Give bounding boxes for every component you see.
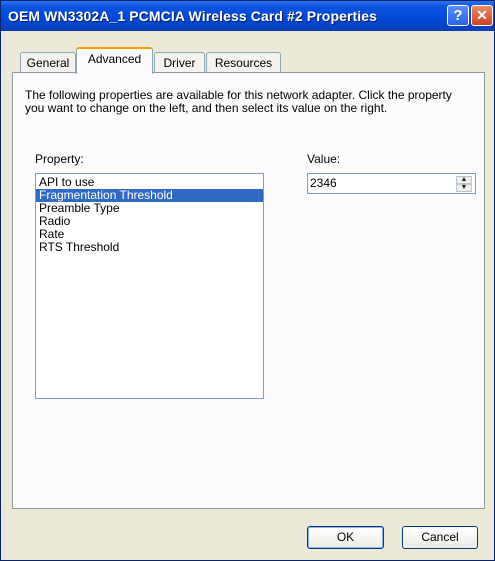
close-button[interactable]: ✕ bbox=[471, 5, 493, 26]
tab-resources-label: Resources bbox=[214, 56, 273, 70]
ok-button[interactable]: OK bbox=[307, 526, 384, 549]
description-text: The following properties are available f… bbox=[25, 88, 452, 115]
title-bar[interactable]: OEM WN3302A_1 PCMCIA Wireless Card #2 Pr… bbox=[1, 1, 494, 31]
tab-driver-label: Driver bbox=[163, 56, 196, 70]
cancel-button[interactable]: Cancel bbox=[402, 526, 478, 549]
ok-button-label: OK bbox=[336, 530, 355, 544]
close-icon: ✕ bbox=[476, 7, 488, 23]
value-label: Value: bbox=[307, 152, 341, 166]
property-label: Property: bbox=[35, 152, 84, 166]
list-item[interactable]: Preamble Type bbox=[36, 202, 263, 215]
tab-driver[interactable]: Driver bbox=[154, 52, 205, 73]
spin-down-button[interactable]: ▼ bbox=[456, 184, 472, 192]
window-title: OEM WN3302A_1 PCMCIA Wireless Card #2 Pr… bbox=[8, 8, 378, 24]
arrow-down-icon: ▼ bbox=[460, 184, 468, 191]
arrow-up-icon: ▲ bbox=[460, 176, 468, 183]
property-listbox[interactable]: API to use Fragmentation Threshold Pream… bbox=[35, 173, 264, 399]
question-mark-icon: ? bbox=[453, 7, 463, 24]
list-item[interactable]: RTS Threshold bbox=[36, 241, 263, 254]
properties-dialog: OEM WN3302A_1 PCMCIA Wireless Card #2 Pr… bbox=[0, 0, 495, 561]
value-input[interactable] bbox=[310, 176, 450, 190]
tab-general-label: General bbox=[26, 56, 70, 70]
help-button[interactable]: ? bbox=[447, 5, 469, 26]
list-item[interactable]: Radio bbox=[36, 215, 263, 228]
tab-advanced-label: Advanced bbox=[87, 52, 142, 66]
value-spinbox: ▲ ▼ bbox=[307, 173, 476, 194]
cancel-button-label: Cancel bbox=[421, 530, 459, 544]
spin-up-button[interactable]: ▲ bbox=[456, 176, 472, 184]
tab-advanced[interactable]: Advanced bbox=[76, 47, 153, 74]
tab-general[interactable]: General bbox=[20, 52, 76, 73]
tab-resources[interactable]: Resources bbox=[206, 52, 281, 73]
